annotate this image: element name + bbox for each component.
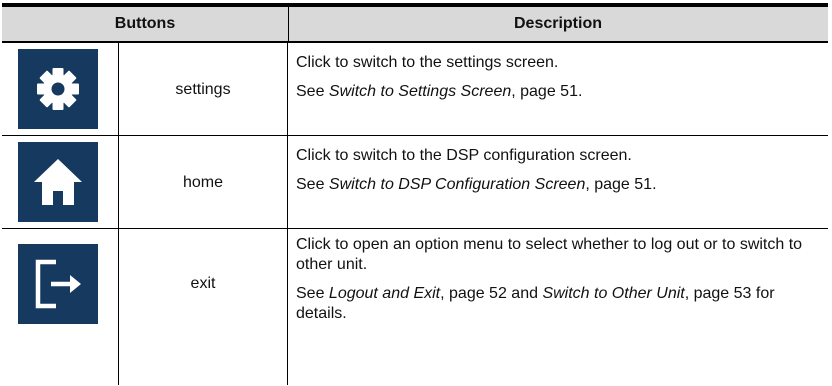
see-suffix: , page 51. xyxy=(585,176,657,193)
description-cell: Click to switch to the settings screen. … xyxy=(288,43,828,135)
see-reference: See Switch to Settings Screen, page 51. xyxy=(296,82,824,102)
name-cell: settings xyxy=(119,43,288,135)
header-description: Description xyxy=(513,15,602,32)
description-text: Click to open an option menu to select w… xyxy=(296,235,824,324)
exit-button-icon xyxy=(18,244,98,324)
see-link: Switch to DSP Configuration Screen xyxy=(328,176,586,193)
icon-cell xyxy=(2,43,119,135)
home-button-icon xyxy=(18,142,98,222)
see-suffix: , page 51. xyxy=(511,83,583,100)
table-row-settings: settings Click to switch to the settings… xyxy=(2,43,828,136)
description-text: Click to switch to the settings screen. … xyxy=(296,53,824,102)
see-link-2: Switch to Other Unit xyxy=(542,285,685,302)
description-line: Click to open an option menu to select w… xyxy=(296,236,803,273)
description-cell: Click to open an option menu to select w… xyxy=(288,229,828,385)
name-cell: home xyxy=(119,136,288,228)
button-name: exit xyxy=(190,275,216,292)
name-cell: exit xyxy=(119,229,288,385)
icon-cell xyxy=(2,229,119,385)
icon-cell xyxy=(2,136,119,228)
description-line: Click to switch to the settings screen. xyxy=(296,54,559,71)
button-name: settings xyxy=(175,81,231,98)
see-prefix: See xyxy=(296,83,329,100)
button-name: home xyxy=(182,174,224,191)
settings-button-icon xyxy=(18,49,98,129)
home-icon xyxy=(34,159,82,205)
see-reference: See Logout and Exit, page 52 and Switch … xyxy=(296,284,824,324)
description-cell: Click to switch to the DSP configuration… xyxy=(288,136,828,228)
exit-icon xyxy=(35,259,81,309)
see-prefix: See xyxy=(296,285,329,302)
see-prefix: See xyxy=(296,176,329,193)
gear-icon xyxy=(37,68,79,110)
header-buttons: Buttons xyxy=(114,15,176,32)
table-header: Buttons Description xyxy=(2,7,828,43)
see-reference: See Switch to DSP Configuration Screen, … xyxy=(296,175,824,195)
table-row-exit: exit Click to open an option menu to sel… xyxy=(2,229,828,385)
see-link: Logout and Exit xyxy=(328,285,441,302)
description-text: Click to switch to the DSP configuration… xyxy=(296,146,824,195)
see-mid: , page 52 and xyxy=(440,285,543,302)
see-link: Switch to Settings Screen xyxy=(328,83,512,100)
table-row-home: home Click to switch to the DSP configur… xyxy=(2,136,828,229)
description-line: Click to switch to the DSP configuration… xyxy=(296,147,632,164)
